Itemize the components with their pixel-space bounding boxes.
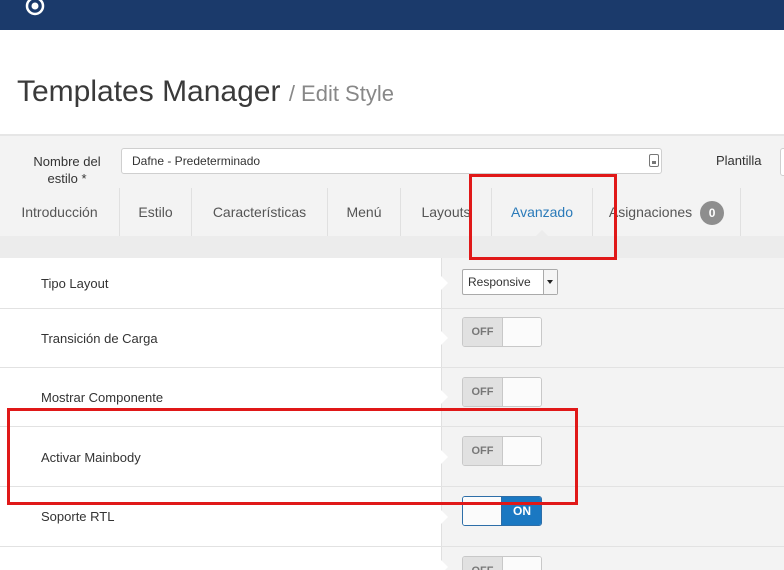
- tab-layouts[interactable]: Layouts: [401, 188, 492, 236]
- tab-menu[interactable]: Menú: [328, 188, 401, 236]
- option-label-cell: [0, 547, 441, 570]
- tabs-spacer: [0, 236, 784, 259]
- option-label-cell: Transición de Carga: [0, 309, 441, 367]
- toggle-off-label: OFF: [463, 437, 502, 465]
- load-transition-toggle[interactable]: OFF: [462, 317, 542, 347]
- option-label: Soporte RTL: [41, 509, 115, 524]
- tab-caracteristicas[interactable]: Características: [192, 188, 328, 236]
- option-value-cell: Responsive: [441, 258, 784, 308]
- option-label: Mostrar Componente: [41, 390, 164, 405]
- option-row-transicion-carga: Transición de Carga OFF: [0, 309, 784, 368]
- tab-label: Menú: [346, 204, 382, 220]
- advanced-options-list: Tipo Layout Responsive Transición de Car…: [0, 258, 784, 570]
- option-row-partial: OFF: [0, 547, 784, 570]
- toggle-knob: [502, 318, 541, 346]
- option-label-cell: Soporte RTL: [0, 487, 441, 546]
- option-value-cell: OFF: [441, 309, 784, 367]
- show-component-toggle[interactable]: OFF: [462, 377, 542, 407]
- option-row-tipo-layout: Tipo Layout Responsive: [0, 258, 784, 309]
- tab-introduccion[interactable]: Introducción: [0, 188, 120, 236]
- option-value-cell: OFF: [441, 368, 784, 426]
- dropdown-arrow-icon: [543, 270, 557, 294]
- tab-label: Avanzado: [510, 204, 573, 220]
- tab-estilo[interactable]: Estilo: [120, 188, 192, 236]
- page-title-main: Templates Manager: [17, 75, 281, 108]
- template-label: Plantilla: [716, 153, 762, 168]
- option-value-cell: OFF: [441, 427, 784, 486]
- toggle-knob: [463, 497, 502, 525]
- tab-avanzado[interactable]: Avanzado: [492, 188, 593, 236]
- tab-asignaciones[interactable]: Asignaciones 0: [593, 188, 741, 236]
- option-label-cell: Activar Mainbody: [0, 427, 441, 486]
- option-row-soporte-rtl: Soporte RTL ON: [0, 487, 784, 547]
- toggle-on-label: ON: [502, 497, 541, 525]
- page-title-subtitle: / Edit Style: [288, 81, 394, 106]
- toggle-off-label: OFF: [463, 318, 502, 346]
- template-select[interactable]: [780, 148, 784, 176]
- option-row-mostrar-componente: Mostrar Componente OFF: [0, 368, 784, 427]
- tab-label: Características: [212, 204, 307, 220]
- count-badge: 0: [700, 201, 725, 226]
- layout-type-select[interactable]: Responsive: [462, 269, 558, 295]
- active-tab-caret: [535, 230, 549, 237]
- style-name-label: Nombre del estilo *: [33, 154, 101, 186]
- tab-label: Estilo: [138, 204, 173, 220]
- toggle-knob: [502, 557, 541, 570]
- style-name-input[interactable]: Dafne - Predeterminado: [121, 148, 662, 174]
- rtl-support-toggle[interactable]: ON: [462, 496, 542, 526]
- toggle-knob: [502, 437, 541, 465]
- settings-tabs: Introducción Estilo Características Menú…: [0, 188, 784, 237]
- option-toggle[interactable]: OFF: [462, 556, 542, 570]
- tab-label: Introducción: [21, 204, 98, 220]
- option-label-cell: Mostrar Componente: [0, 368, 441, 426]
- option-value-cell: OFF: [441, 547, 784, 570]
- select-value: Responsive: [468, 275, 531, 289]
- option-value-cell: ON: [441, 487, 784, 546]
- option-label: Tipo Layout: [41, 276, 109, 291]
- input-addon-icon: [649, 154, 659, 167]
- top-navbar: [0, 0, 784, 30]
- toggle-knob: [502, 378, 541, 406]
- toggle-off-label: OFF: [463, 378, 502, 406]
- tab-label: Layouts: [421, 204, 471, 220]
- option-row-activar-mainbody: Activar Mainbody OFF: [0, 427, 784, 487]
- option-label: Transición de Carga: [41, 331, 158, 346]
- page-title: Templates Manager / Edit Style: [17, 75, 394, 109]
- style-name-row: Nombre del estilo * Dafne - Predetermina…: [0, 136, 784, 188]
- joomla-logo-icon[interactable]: [24, 0, 46, 17]
- page: Templates Manager / Edit Style Nombre de…: [0, 0, 784, 570]
- option-label: Activar Mainbody: [41, 450, 141, 465]
- option-label-cell: Tipo Layout: [0, 258, 441, 308]
- tab-label: Asignaciones: [608, 204, 693, 220]
- toggle-off-label: OFF: [463, 557, 502, 570]
- enable-mainbody-toggle[interactable]: OFF: [462, 436, 542, 466]
